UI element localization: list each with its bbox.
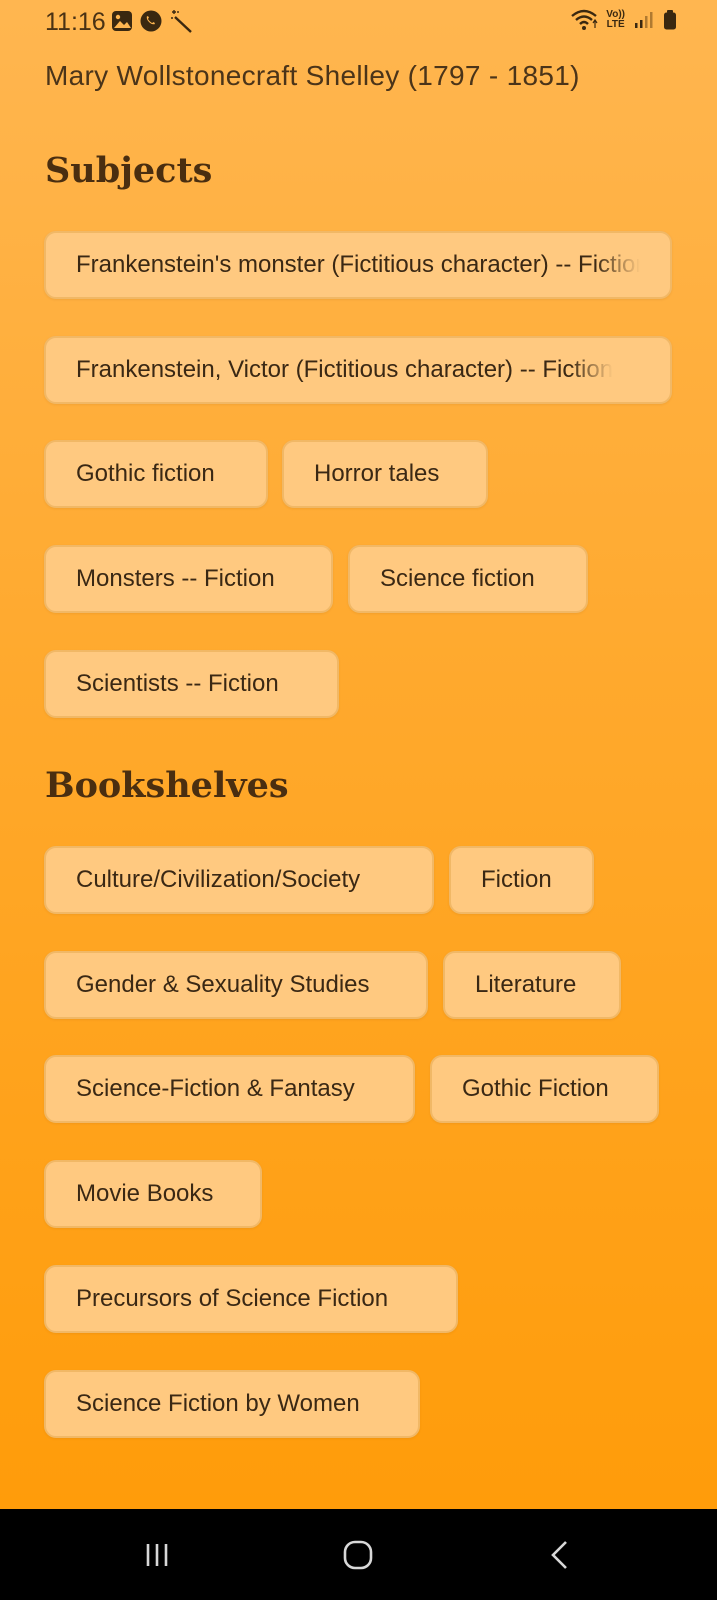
chip-label: Frankenstein, Victor (Fictitious charact…	[76, 356, 614, 383]
chip-label: Movie Books	[76, 1180, 214, 1207]
bookshelf-chip[interactable]: Precursors of Science Fiction	[44, 1265, 458, 1333]
gallery-icon	[111, 10, 133, 32]
notification-icons	[111, 9, 193, 33]
bookshelf-chip[interactable]: Gender & Sexuality Studies	[44, 951, 428, 1019]
battery-icon	[663, 9, 677, 31]
back-button[interactable]	[540, 1535, 580, 1575]
screen: 11:16 Vo)) LTE Mary Wollstonecraft Shell…	[0, 0, 717, 1509]
chip-label: Precursors of Science Fiction	[76, 1285, 389, 1312]
signal-icon	[633, 10, 655, 30]
subject-chip[interactable]: Frankenstein's monster (Fictitious chara…	[44, 231, 672, 299]
system-icons: Vo)) LTE	[570, 9, 677, 31]
chip-label: Monsters -- Fiction	[76, 565, 275, 592]
chip-label: Fiction	[481, 866, 552, 893]
wifi-icon	[570, 9, 598, 31]
subject-chip[interactable]: Science fiction	[348, 545, 588, 613]
status-bar: 11:16 Vo)) LTE	[0, 0, 717, 44]
bookshelf-chip[interactable]: Gothic Fiction	[430, 1055, 659, 1123]
whatsapp-icon	[139, 9, 163, 33]
home-button[interactable]	[338, 1535, 378, 1575]
bookshelf-chip[interactable]: Movie Books	[44, 1160, 262, 1228]
chip-label: Science fiction	[380, 565, 535, 592]
bookshelf-chip[interactable]: Culture/Civilization/Society	[44, 846, 434, 914]
chip-label: Gender & Sexuality Studies	[76, 971, 370, 998]
chip-label: Science Fiction by Women	[76, 1390, 360, 1417]
chip-label: Scientists -- Fiction	[76, 670, 279, 697]
lte-label: LTE	[606, 19, 625, 30]
recents-icon	[142, 1540, 172, 1570]
status-time: 11:16	[45, 8, 106, 36]
chip-label: Culture/Civilization/Society	[76, 866, 361, 893]
chip-label: Gothic fiction	[76, 460, 215, 487]
author-name: Mary Wollstonecraft Shelley (1797 - 1851…	[45, 60, 580, 91]
volte-lte-icon: Vo)) LTE	[606, 10, 625, 30]
subject-chip[interactable]: Horror tales	[282, 440, 488, 508]
navigation-bar	[0, 1509, 717, 1600]
chip-label: Science-Fiction & Fantasy	[76, 1075, 355, 1102]
chip-label: Horror tales	[314, 460, 440, 487]
subject-chip[interactable]: Frankenstein, Victor (Fictitious charact…	[44, 336, 672, 404]
bookshelves-heading: Bookshelves	[45, 765, 289, 806]
back-icon	[547, 1539, 573, 1571]
chip-label: Gothic Fiction	[462, 1075, 609, 1102]
bookshelf-chip[interactable]: Fiction	[449, 846, 594, 914]
subject-chip[interactable]: Monsters -- Fiction	[44, 545, 333, 613]
subjects-heading: Subjects	[45, 150, 213, 191]
home-icon	[342, 1539, 374, 1571]
recents-button[interactable]	[137, 1535, 177, 1575]
magic-wand-icon	[169, 9, 193, 33]
subject-chip[interactable]: Gothic fiction	[44, 440, 268, 508]
bookshelf-chip[interactable]: Literature	[443, 951, 621, 1019]
bookshelf-chip[interactable]: Science Fiction by Women	[44, 1370, 420, 1438]
chip-label: Literature	[475, 971, 577, 998]
chip-label: Frankenstein's monster (Fictitious chara…	[76, 251, 640, 278]
bookshelf-chip[interactable]: Science-Fiction & Fantasy	[44, 1055, 415, 1123]
subject-chip[interactable]: Scientists -- Fiction	[44, 650, 339, 718]
